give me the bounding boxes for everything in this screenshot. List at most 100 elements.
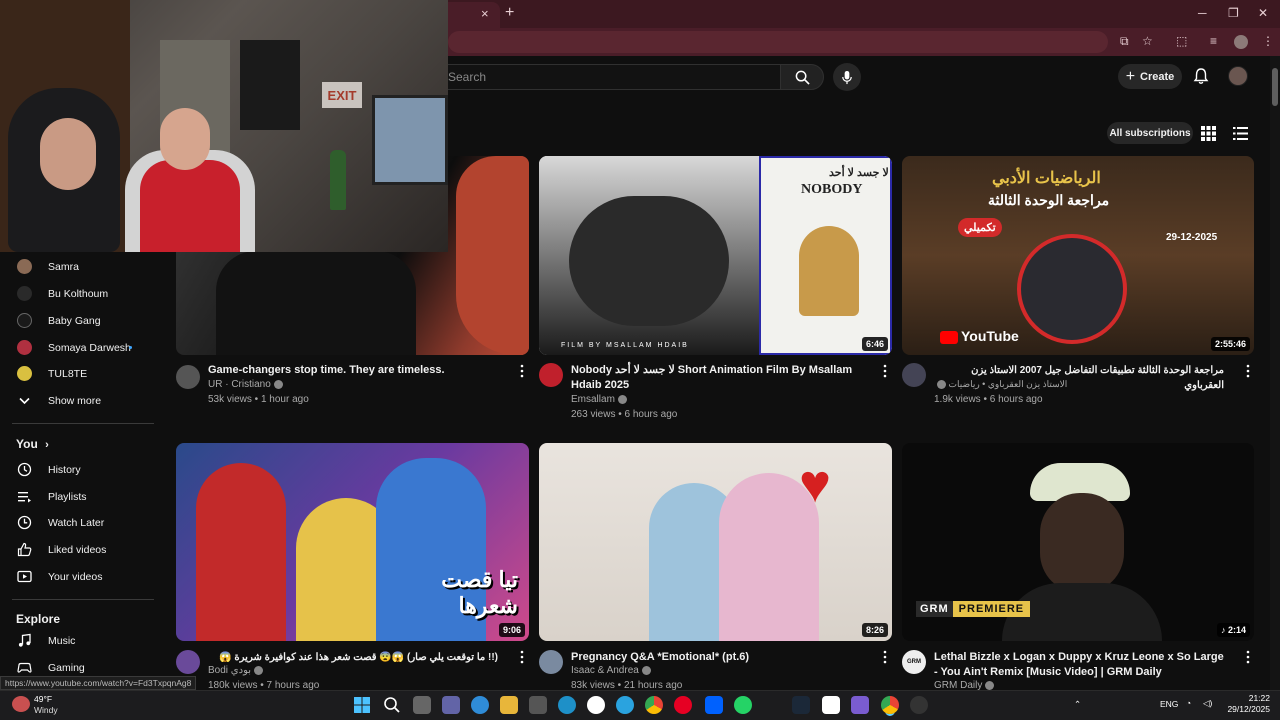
more-options-icon[interactable] bbox=[519, 364, 525, 378]
weather-condition[interactable]: Windy bbox=[34, 705, 58, 715]
channel-avatar[interactable] bbox=[176, 365, 200, 389]
video-channel[interactable]: UR · Cristiano bbox=[208, 379, 283, 390]
clock-date[interactable]: 29/12/2025 bbox=[1220, 704, 1270, 714]
video-thumbnail[interactable]: تيا قصت شعرها 9:06 bbox=[176, 443, 529, 641]
weather-icon[interactable] bbox=[12, 696, 30, 712]
channel-avatar[interactable] bbox=[539, 650, 563, 674]
task-view-icon[interactable] bbox=[413, 696, 431, 714]
volume-icon[interactable]: ◁) bbox=[1203, 698, 1212, 709]
chrome-active-icon[interactable] bbox=[881, 696, 899, 714]
browser-tab-active[interactable] bbox=[440, 2, 500, 28]
sidebar-channel-tul8te[interactable]: TUL8TE bbox=[0, 360, 155, 387]
sidebar-channel-somaya-darwesh[interactable]: Somaya Darwesh bbox=[0, 334, 155, 361]
clock-time[interactable]: 21:22 bbox=[1220, 693, 1270, 703]
whatsapp-icon[interactable] bbox=[734, 696, 752, 714]
window-close-button[interactable]: ✕ bbox=[1258, 6, 1268, 20]
video-thumbnail[interactable]: ♥ 8:26 bbox=[539, 443, 892, 641]
more-options-icon[interactable] bbox=[519, 650, 525, 664]
video-duration: 8:26 bbox=[861, 623, 888, 637]
page-scrollbar[interactable] bbox=[1270, 56, 1280, 690]
video-channel[interactable]: Emsallam bbox=[571, 394, 627, 405]
sidebar-item-playlists[interactable]: Playlists bbox=[0, 483, 155, 510]
video-title[interactable]: Lethal Bizzle x Logan x Duppy x Kruz Leo… bbox=[934, 650, 1230, 680]
browser-profile-avatar[interactable] bbox=[1234, 35, 1248, 49]
notifications-bell-icon[interactable] bbox=[1192, 67, 1210, 85]
video-thumbnail[interactable]: GRM PREMIERE ♪ 2:14 bbox=[902, 443, 1254, 641]
more-options-icon[interactable] bbox=[1245, 650, 1251, 664]
channel-avatar[interactable]: GRM bbox=[902, 650, 926, 674]
more-options-icon[interactable] bbox=[882, 650, 888, 664]
all-subscriptions-button[interactable]: All subscriptions bbox=[1107, 122, 1193, 144]
steam-icon[interactable] bbox=[792, 696, 810, 714]
windows-start-icon[interactable] bbox=[353, 696, 371, 714]
dropbox-icon[interactable] bbox=[705, 696, 723, 714]
copilot-icon[interactable] bbox=[471, 696, 489, 714]
sidebar-item-history[interactable]: History bbox=[0, 456, 155, 483]
video-channel[interactable]: Bodi بودي bbox=[208, 665, 264, 676]
search-button[interactable] bbox=[780, 64, 824, 90]
extensions-icon[interactable]: ⬚ bbox=[1176, 34, 1187, 48]
cast-icon[interactable]: ⧉ bbox=[1120, 34, 1129, 49]
telegram-icon[interactable] bbox=[616, 696, 634, 714]
tray-overflow-icon[interactable]: ⌃ bbox=[1074, 699, 1081, 710]
sidebar-channel-bu-kolthoum[interactable]: Bu Kolthoum bbox=[0, 280, 155, 307]
video-title[interactable]: Pregnancy Q&A *Emotional* (pt.6) bbox=[571, 650, 861, 665]
sidebar-show-more[interactable]: Show more bbox=[0, 387, 155, 414]
more-options-icon[interactable] bbox=[1245, 364, 1251, 378]
list-view-icon[interactable] bbox=[1233, 126, 1248, 141]
channel-avatar[interactable] bbox=[539, 363, 563, 387]
thumbnail-art-figure bbox=[569, 196, 729, 326]
wifi-icon[interactable]: ◔ bbox=[1186, 698, 1191, 708]
video-title[interactable]: Game-changers stop time. They are timele… bbox=[208, 363, 508, 378]
edge-icon[interactable] bbox=[558, 696, 576, 714]
app-icon[interactable] bbox=[822, 696, 840, 714]
video-channel[interactable]: الاستاذ يزن العقرباوي • رياضيات bbox=[934, 379, 1067, 390]
your-videos-icon bbox=[17, 570, 32, 583]
sidebar-item-your-videos[interactable]: Your videos bbox=[0, 563, 155, 590]
app-icon[interactable] bbox=[910, 696, 928, 714]
video-channel[interactable]: Isaac & Andrea bbox=[571, 665, 651, 676]
video-thumbnail[interactable]: الرياضيات الأدبي مراجعة الوحدة الثالثة 2… bbox=[902, 156, 1254, 355]
gaming-icon bbox=[17, 662, 32, 673]
verified-icon bbox=[617, 394, 627, 404]
weather-temperature[interactable]: 49°F bbox=[34, 694, 52, 704]
video-title[interactable]: (!! ما توقعت يلي صار) 😱😨 قصت شعر هذا عند… bbox=[208, 650, 498, 665]
sidebar-channel-samra[interactable]: Samra bbox=[0, 253, 155, 280]
reading-list-icon[interactable]: ≡ bbox=[1210, 34, 1217, 48]
address-bar[interactable] bbox=[448, 31, 1108, 53]
grid-view-icon[interactable] bbox=[1201, 126, 1216, 141]
create-button[interactable]: + Create bbox=[1118, 64, 1182, 89]
voice-search-button[interactable] bbox=[833, 63, 861, 91]
browser-menu-icon[interactable]: ⋮ bbox=[1262, 34, 1274, 48]
sidebar-you-heading[interactable]: You › bbox=[16, 437, 49, 451]
sidebar-item-music[interactable]: Music bbox=[0, 627, 155, 654]
teams-icon[interactable] bbox=[442, 696, 460, 714]
store-icon[interactable] bbox=[529, 696, 547, 714]
more-options-icon[interactable] bbox=[882, 364, 888, 378]
account-avatar[interactable] bbox=[1228, 66, 1248, 86]
chrome-icon[interactable] bbox=[645, 696, 663, 714]
video-title[interactable]: Nobody لا جسد لا أحد Short Animation Fil… bbox=[571, 363, 861, 393]
sidebar-item-label: Samra bbox=[48, 261, 79, 273]
chatgpt-icon[interactable] bbox=[587, 696, 605, 714]
channel-name: الاستاذ يزن العقرباوي • رياضيات bbox=[948, 379, 1068, 389]
sidebar-channel-baby-gang[interactable]: Baby Gang bbox=[0, 307, 155, 334]
thumbnail-person bbox=[196, 463, 286, 641]
window-maximize-button[interactable]: ❐ bbox=[1228, 6, 1239, 20]
video-thumbnail[interactable]: FILM BY MSALLAM HDAIB لا جسد لا أحد NOBO… bbox=[539, 156, 892, 355]
tab-close-button[interactable]: × bbox=[481, 6, 489, 21]
sidebar-item-liked-videos[interactable]: Liked videos bbox=[0, 536, 155, 563]
taskbar-search-icon[interactable] bbox=[383, 696, 401, 714]
file-explorer-icon[interactable] bbox=[500, 696, 518, 714]
channel-avatar[interactable] bbox=[902, 363, 926, 387]
new-tab-button[interactable]: + bbox=[505, 4, 514, 22]
grm-premiere-banner: GRM PREMIERE bbox=[916, 601, 1031, 617]
pinterest-icon[interactable] bbox=[674, 696, 692, 714]
scrollbar-thumb[interactable] bbox=[1272, 68, 1278, 106]
bookmark-star-icon[interactable]: ☆ bbox=[1142, 34, 1153, 48]
sidebar-item-watch-later[interactable]: Watch Later bbox=[0, 509, 155, 536]
instagram-icon[interactable] bbox=[851, 696, 869, 714]
window-minimize-button[interactable]: ─ bbox=[1198, 6, 1207, 20]
language-indicator[interactable]: ENG bbox=[1160, 699, 1178, 709]
channel-avatar[interactable] bbox=[176, 650, 200, 674]
